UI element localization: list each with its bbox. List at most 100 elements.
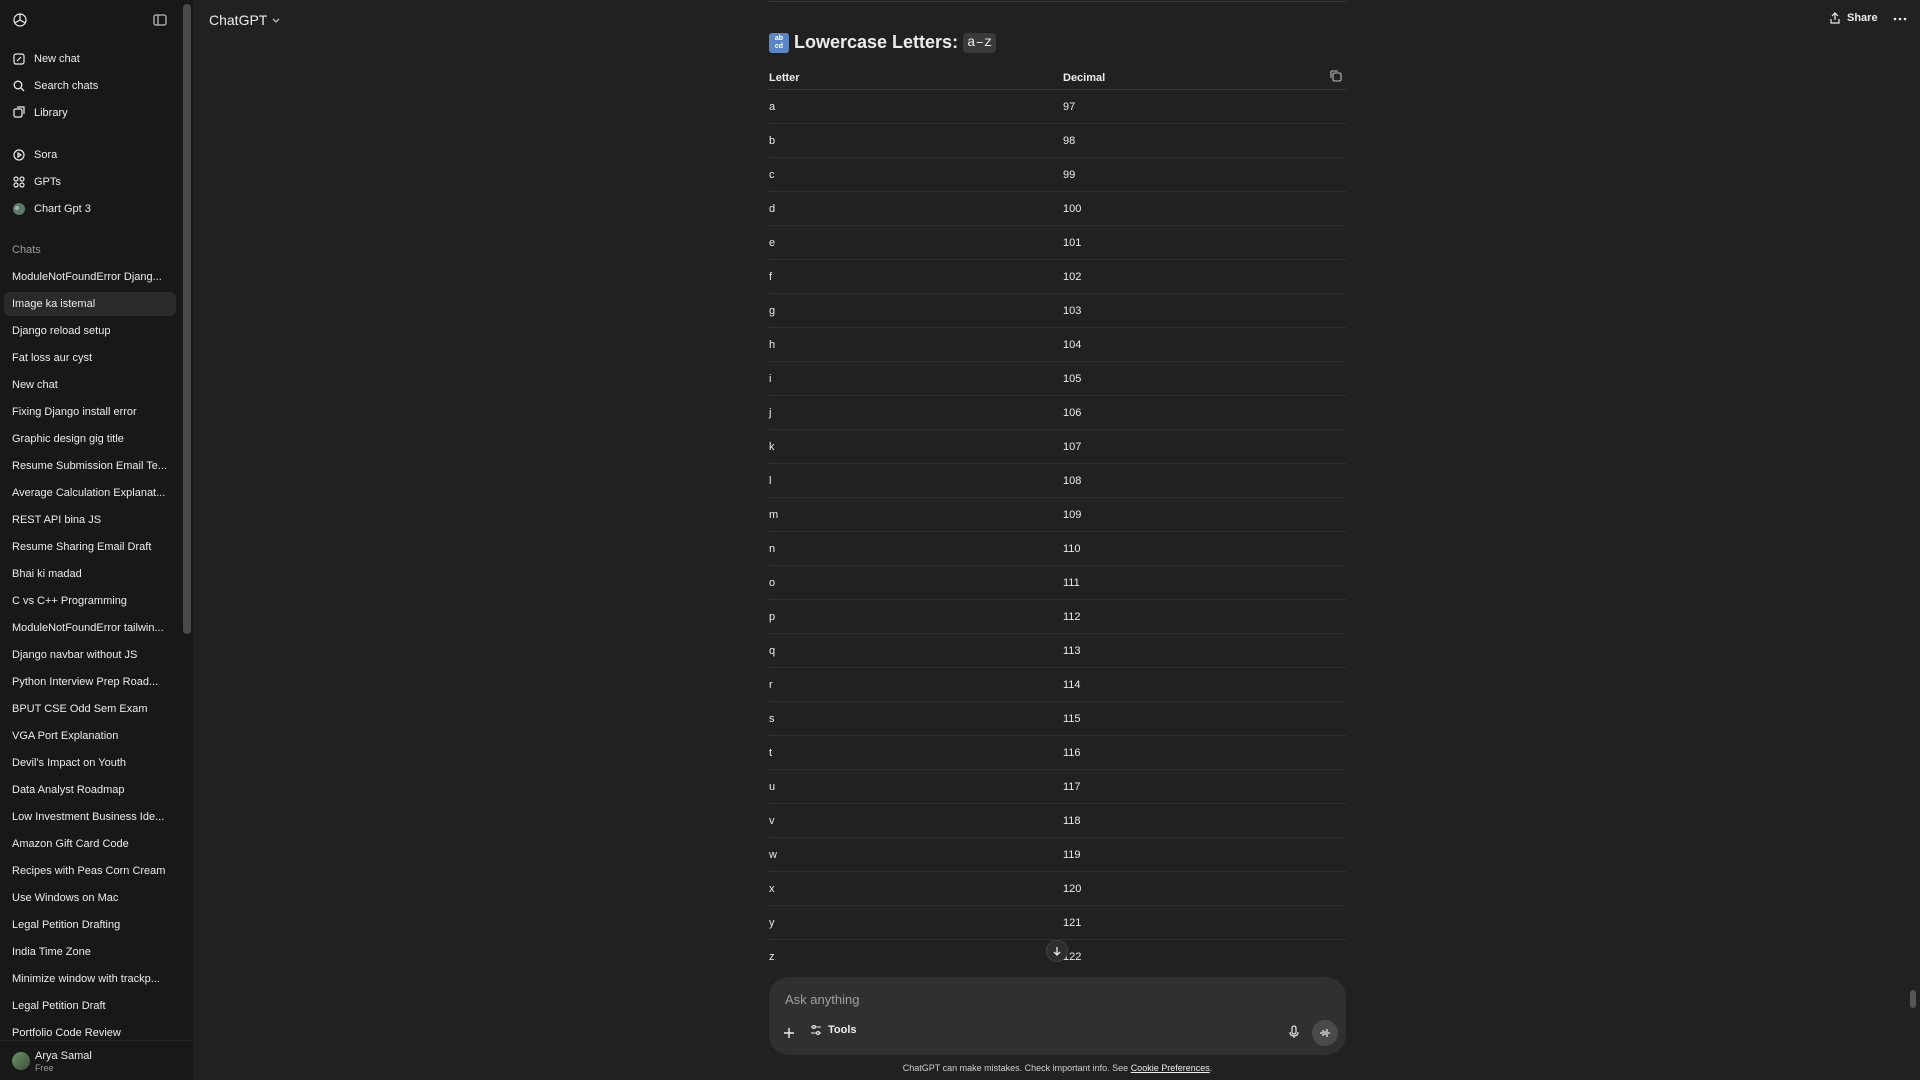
sidebar-item-label: GPTs [34, 176, 61, 188]
cookie-preferences-link[interactable]: Cookie Preferences [1131, 1063, 1210, 1073]
decimal-cell: 98 [1063, 135, 1076, 147]
letter-cell: m [769, 509, 779, 521]
chat-history-item[interactable]: Python Interview Prep Road... [4, 670, 176, 694]
chat-history-item[interactable]: Low Investment Business Ide... [4, 805, 176, 829]
model-selector[interactable]: ChatGPT [209, 12, 281, 28]
chat-history-item[interactable]: BPUT CSE Odd Sem Exam [4, 697, 176, 721]
decimal-cell: 118 [1063, 815, 1081, 827]
decimal-cell: 105 [1063, 373, 1082, 385]
avatar [12, 1052, 30, 1070]
chat-history-item[interactable]: Legal Petition Draft [4, 994, 176, 1018]
chat-history-item[interactable]: Average Calculation Explanat... [4, 481, 176, 505]
chat-history-item[interactable]: Devil's Impact on Youth [4, 751, 176, 775]
chat-history-item[interactable]: ModuleNotFoundError Djang... [4, 265, 176, 289]
chat-history-item[interactable]: ModuleNotFoundError tailwin... [4, 616, 176, 640]
ascii-table: Letter Decimal a 97 b 98 c 99 d 100 e 101 f 102 g 103… [769, 66, 1346, 974]
chat-history-item[interactable]: Legal Petition Drafting [4, 913, 176, 937]
sliders-icon [811, 1025, 821, 1035]
table-row: a 97 [769, 90, 1346, 124]
chat-history-item[interactable]: Minimize window with trackp... [4, 967, 176, 991]
table-row: k 107 [769, 430, 1346, 464]
letter-cell: d [769, 203, 776, 215]
model-name: ChatGPT [209, 12, 268, 28]
decimal-cell: 117 [1063, 781, 1081, 793]
chat-history-item[interactable]: Fat loss aur cyst [4, 346, 176, 370]
voice-mode-button[interactable] [1312, 1020, 1338, 1046]
letter-cell: p [769, 611, 776, 623]
copy-icon[interactable] [1329, 69, 1343, 83]
microphone-icon[interactable] [1286, 1024, 1302, 1040]
chat-history-item[interactable]: Graphic design gig title [4, 427, 176, 451]
chat-history-item[interactable]: Resume Sharing Email Draft [4, 535, 176, 559]
tools-button[interactable]: Tools [810, 1024, 857, 1036]
table-row: g 103 [769, 294, 1346, 328]
letter-cell: e [769, 237, 776, 249]
letter-cell: v [769, 815, 775, 827]
prompt-input[interactable] [785, 989, 1325, 1009]
decimal-cell: 119 [1063, 849, 1081, 861]
chat-history-item[interactable]: Django navbar without JS [4, 643, 176, 667]
letter-cell: x [769, 883, 775, 895]
chat-history-item[interactable]: REST API bina JS [4, 508, 176, 532]
new-chat-icon [12, 52, 26, 66]
letter-cell: b [769, 135, 776, 147]
sidebar-toggle-icon[interactable] [152, 12, 168, 28]
decimal-cell: 111 [1063, 577, 1080, 589]
main-scrollbar[interactable] [1910, 990, 1916, 1008]
letter-cell: l [769, 475, 772, 487]
inline-code: a–z [963, 32, 997, 53]
sidebar-item-search-chats[interactable]: Search chats [4, 73, 176, 99]
chat-history-item[interactable]: Resume Submission Email Te... [4, 454, 176, 478]
decimal-cell: 115 [1063, 713, 1081, 725]
chat-history-item[interactable]: Bhai ki madad [4, 562, 176, 586]
disclaimer: ChatGPT can make mistakes. Check importa… [769, 1063, 1346, 1073]
column-header-decimal: Decimal [1063, 72, 1106, 84]
arrow-down-icon [1053, 947, 1061, 956]
user-menu[interactable]: Arya Samal Free [0, 1040, 193, 1080]
chat-history-item[interactable]: Django reload setup [4, 319, 176, 343]
share-button[interactable]: Share [1829, 12, 1878, 24]
letter-cell: o [769, 577, 776, 589]
letter-cell: h [769, 339, 776, 351]
table-row: b 98 [769, 124, 1346, 158]
chat-history-item[interactable]: Use Windows on Mac [4, 886, 176, 910]
more-options-icon[interactable] [1892, 11, 1908, 27]
chat-history-item[interactable]: Recipes with Peas Corn Cream [4, 859, 176, 883]
chat-history-item[interactable]: VGA Port Explanation [4, 724, 176, 748]
chat-history-item[interactable]: Fixing Django install error [4, 400, 176, 424]
sidebar-item-chart-gpt-3[interactable]: Chart Gpt 3 [4, 196, 176, 222]
sidebar-item-sora[interactable]: Sora [4, 142, 176, 168]
letter-cell: g [769, 305, 776, 317]
chat-history-item[interactable]: India Time Zone [4, 940, 176, 964]
share-icon [1830, 12, 1840, 24]
table-row: i 105 [769, 362, 1346, 396]
letter-cell: t [769, 747, 773, 759]
letter-cell: y [769, 917, 775, 929]
waveform-icon [1320, 1029, 1330, 1037]
openai-logo-icon[interactable] [11, 11, 29, 29]
sidebar-item-library[interactable]: Library [4, 100, 176, 126]
scroll-to-bottom-button[interactable] [1046, 940, 1068, 962]
sidebar-item-gpts[interactable]: GPTs [4, 169, 176, 195]
table-body: a 97 b 98 c 99 d 100 e 101 f 102 g 103 h 104 i 105 j 106 k 10… [769, 90, 1346, 974]
plus-icon [784, 1028, 794, 1038]
decimal-cell: 102 [1063, 271, 1082, 283]
letter-cell: q [769, 645, 776, 657]
chat-history-item[interactable]: Amazon Gift Card Code [4, 832, 176, 856]
table-header: Letter Decimal [769, 66, 1346, 90]
table-row: x 120 [769, 872, 1346, 906]
table-row: v 118 [769, 804, 1346, 838]
chat-history-item[interactable]: C vs C++ Programming [4, 589, 176, 613]
table-row: p 112 [769, 600, 1346, 634]
letter-cell: a [769, 101, 776, 113]
letter-cell: r [769, 679, 773, 691]
chat-history-item[interactable]: Image ka istemal [4, 292, 176, 316]
chat-history-item[interactable]: Data Analyst Roadmap [4, 778, 176, 802]
sidebar-scrollbar[interactable] [183, 4, 191, 634]
gpts-icon [12, 175, 26, 189]
chats-section-label: Chats [12, 244, 41, 256]
chat-history-item[interactable]: New chat [4, 373, 176, 397]
attach-button[interactable] [779, 1023, 799, 1043]
sidebar-item-new-chat[interactable]: New chat [4, 46, 176, 72]
column-header-letter: Letter [769, 72, 800, 84]
